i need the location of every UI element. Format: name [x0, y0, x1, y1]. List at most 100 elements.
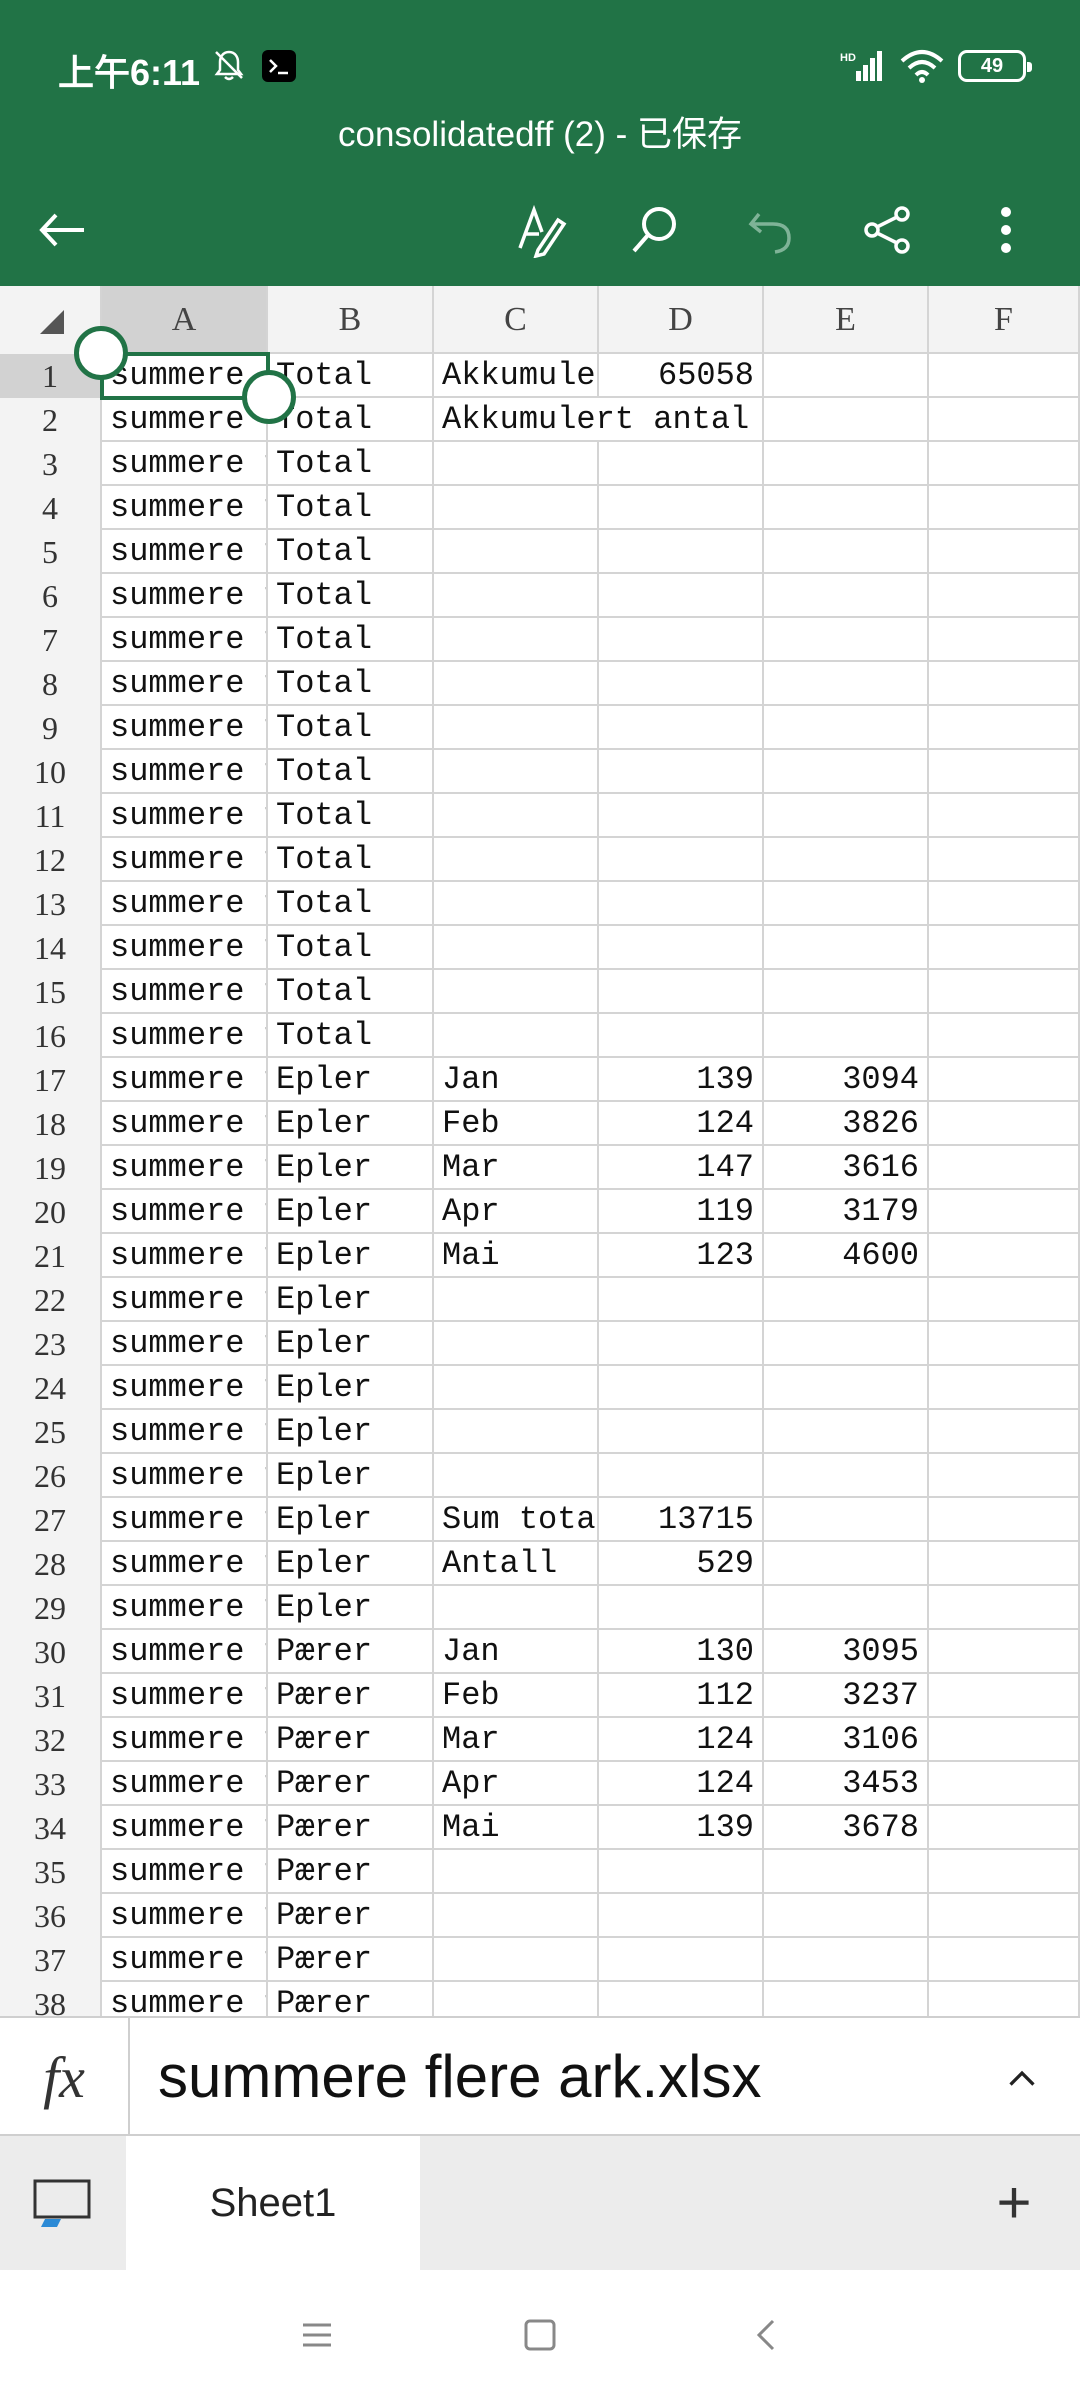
cell-e[interactable]: 3106 [764, 1718, 929, 1762]
row-header[interactable]: 18 [0, 1102, 102, 1146]
cell-b[interactable]: Pærer [268, 1762, 434, 1806]
row-header[interactable]: 37 [0, 1938, 102, 1982]
row-header[interactable]: 32 [0, 1718, 102, 1762]
row-header[interactable]: 25 [0, 1410, 102, 1454]
cell-f[interactable] [929, 398, 1080, 442]
cell-c[interactable] [434, 794, 599, 838]
cell-e[interactable] [764, 794, 929, 838]
cell-f[interactable] [929, 1938, 1080, 1982]
cell-c[interactable]: Akkumuler [434, 354, 599, 398]
cell-c[interactable] [434, 1938, 599, 1982]
row-header[interactable]: 5 [0, 530, 102, 574]
cell-f[interactable] [929, 1498, 1080, 1542]
row-header[interactable]: 27 [0, 1498, 102, 1542]
cell-f[interactable] [929, 662, 1080, 706]
cell-a[interactable]: summere f [102, 1322, 268, 1366]
cell-e[interactable] [764, 1938, 929, 1982]
row-header[interactable]: 22 [0, 1278, 102, 1322]
cell-d[interactable] [599, 618, 764, 662]
cell-b[interactable]: Total [268, 530, 434, 574]
cell-d[interactable]: 124 [599, 1762, 764, 1806]
cell-e[interactable]: 3237 [764, 1674, 929, 1718]
format-button[interactable] [502, 190, 582, 270]
cell-c[interactable] [434, 486, 599, 530]
cell-e[interactable] [764, 530, 929, 574]
cell-e[interactable] [764, 970, 929, 1014]
cell-a[interactable]: summere f [102, 442, 268, 486]
cell-d[interactable] [599, 838, 764, 882]
cell-f[interactable] [929, 838, 1080, 882]
cell-f[interactable] [929, 1630, 1080, 1674]
cell-a[interactable]: summere f [102, 1850, 268, 1894]
cell-a[interactable]: summere f [102, 882, 268, 926]
cell-f[interactable] [929, 1762, 1080, 1806]
cell-e[interactable]: 4600 [764, 1234, 929, 1278]
more-button[interactable] [966, 190, 1046, 270]
cell-d[interactable]: 112 [599, 1674, 764, 1718]
cell-f[interactable] [929, 1366, 1080, 1410]
cell-a[interactable]: summere f [102, 1102, 268, 1146]
row-header[interactable]: 7 [0, 618, 102, 662]
cell-d[interactable]: 139 [599, 1058, 764, 1102]
row-header[interactable]: 26 [0, 1454, 102, 1498]
row-header[interactable]: 38 [0, 1982, 102, 2016]
cell-d[interactable] [599, 1410, 764, 1454]
row-header[interactable]: 20 [0, 1190, 102, 1234]
cell-f[interactable] [929, 1542, 1080, 1586]
cell-d[interactable] [599, 1894, 764, 1938]
cell-a[interactable]: summere f [102, 530, 268, 574]
cell-b[interactable]: Pærer [268, 1982, 434, 2016]
cell-f[interactable] [929, 354, 1080, 398]
cell-d[interactable]: 147 [599, 1146, 764, 1190]
cell-a[interactable]: summere f [102, 750, 268, 794]
cell-b[interactable]: Epler [268, 1322, 434, 1366]
cell-c[interactable] [434, 1454, 599, 1498]
column-header-c[interactable]: C [434, 286, 599, 354]
cell-e[interactable]: 3616 [764, 1146, 929, 1190]
cell-c[interactable] [434, 1586, 599, 1630]
row-header[interactable]: 34 [0, 1806, 102, 1850]
cell-b[interactable]: Epler [268, 1366, 434, 1410]
cell-d[interactable] [599, 926, 764, 970]
cell-c[interactable] [434, 442, 599, 486]
cell-a[interactable]: summere f [102, 574, 268, 618]
cell-e[interactable] [764, 1498, 929, 1542]
cell-b[interactable]: Pærer [268, 1806, 434, 1850]
cell-e[interactable] [764, 1366, 929, 1410]
cell-f[interactable] [929, 1322, 1080, 1366]
cell-d[interactable] [599, 1850, 764, 1894]
cell-f[interactable] [929, 1850, 1080, 1894]
cell-a[interactable]: summere f [102, 926, 268, 970]
cell-d[interactable] [599, 1982, 764, 2016]
cell-a[interactable]: summere f [102, 1146, 268, 1190]
cell-e[interactable] [764, 706, 929, 750]
row-header[interactable]: 4 [0, 486, 102, 530]
cell-f[interactable] [929, 706, 1080, 750]
cell-e[interactable]: 3095 [764, 1630, 929, 1674]
cell-a[interactable]: summere f [102, 662, 268, 706]
cell-f[interactable] [929, 750, 1080, 794]
cell-b[interactable]: Epler [268, 1498, 434, 1542]
row-header[interactable]: 17 [0, 1058, 102, 1102]
back-nav-button[interactable] [742, 2310, 792, 2360]
cell-d[interactable] [599, 530, 764, 574]
cell-b[interactable]: Epler [268, 1234, 434, 1278]
cell-c[interactable] [434, 1278, 599, 1322]
row-header[interactable]: 13 [0, 882, 102, 926]
column-header-d[interactable]: D [599, 286, 764, 354]
cell-c[interactable] [434, 1410, 599, 1454]
document-title[interactable]: consolidatedff (2) - 已保存 [0, 106, 1080, 157]
cell-c[interactable] [434, 1322, 599, 1366]
cell-d[interactable] [599, 1454, 764, 1498]
cell-c[interactable]: Mai [434, 1806, 599, 1850]
cell-a[interactable]: summere f [102, 1542, 268, 1586]
cell-f[interactable] [929, 1718, 1080, 1762]
cell-d[interactable]: 124 [599, 1718, 764, 1762]
cell-d[interactable] [599, 1014, 764, 1058]
cell-c[interactable]: Jan [434, 1630, 599, 1674]
cell-a[interactable]: summere f [102, 618, 268, 662]
cell-d[interactable] [599, 1366, 764, 1410]
cell-f[interactable] [929, 1410, 1080, 1454]
cell-c[interactable] [434, 618, 599, 662]
cell-b[interactable]: Pærer [268, 1850, 434, 1894]
